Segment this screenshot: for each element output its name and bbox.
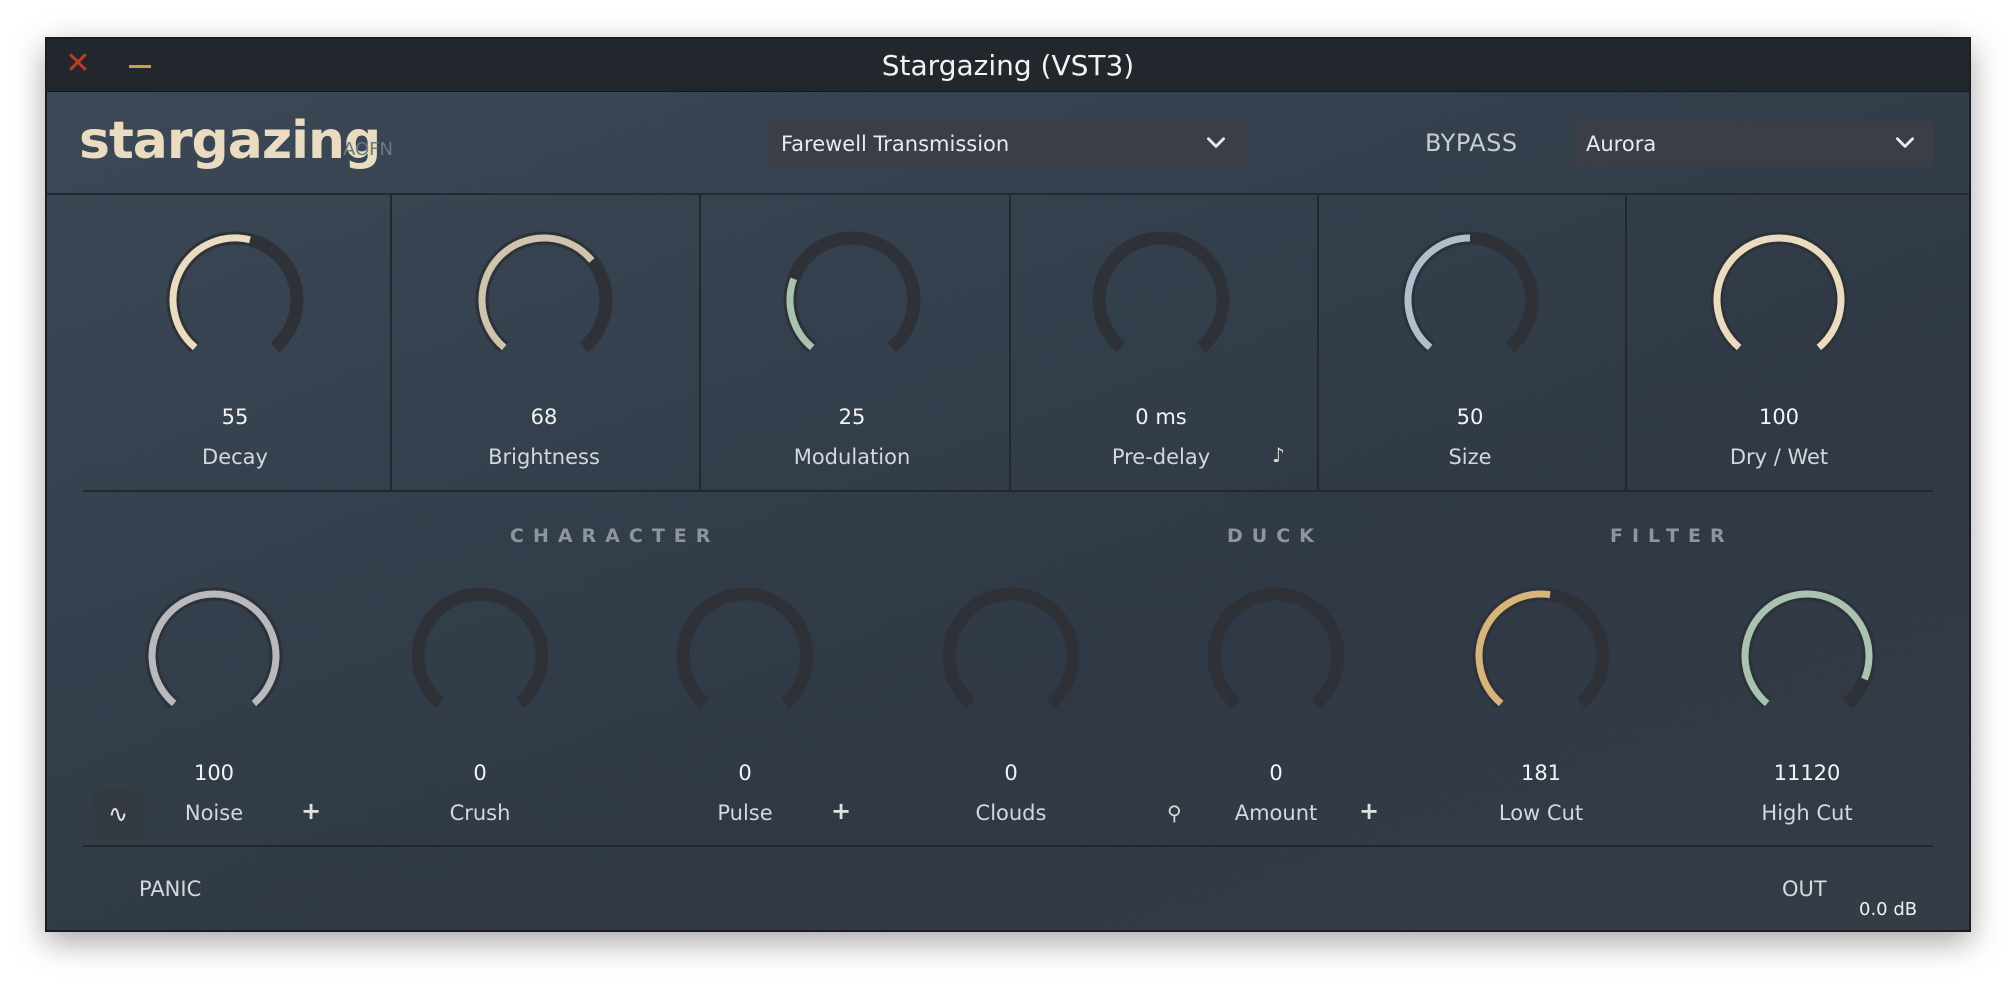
- size-knob[interactable]: [1395, 225, 1545, 375]
- knob-track: [411, 587, 549, 709]
- divider: [1625, 195, 1627, 490]
- pulse-label: Pulse: [717, 801, 773, 825]
- low-cut-knob[interactable]: [1466, 581, 1616, 731]
- pulse-knob[interactable]: [670, 581, 820, 731]
- knob-value-arc: [1475, 590, 1551, 707]
- pulse-add-icon[interactable]: +: [831, 797, 851, 825]
- texture-overlay: [47, 39, 1969, 930]
- knob-track: [783, 231, 921, 353]
- output-level[interactable]: 0.0 dB: [1859, 899, 1917, 920]
- row-divider: [83, 490, 1933, 492]
- high-cut-knob[interactable]: [1732, 581, 1882, 731]
- modulation-value: 25: [838, 405, 866, 429]
- mode-dropdown[interactable]: Aurora: [1572, 121, 1934, 167]
- knob-track: [676, 587, 814, 709]
- panic-button[interactable]: PANIC: [139, 877, 201, 901]
- divider: [699, 195, 701, 490]
- header-divider: [47, 193, 1969, 195]
- noise-add-icon[interactable]: +: [301, 797, 321, 825]
- plugin-window: ✕ Stargazing (VST3) stargazing AOFN Fare…: [45, 37, 1971, 932]
- pre-delay-label: Pre-delay: [1111, 445, 1211, 469]
- dry-wet-knob[interactable]: [1704, 225, 1854, 375]
- section-filter: FILTER: [1610, 525, 1734, 547]
- knob-value-arc: [478, 234, 595, 351]
- brand-maker: AOFN: [343, 139, 393, 160]
- pre-delay-value: 0 ms: [1135, 405, 1187, 429]
- section-duck: DUCK: [1227, 525, 1323, 547]
- preset-dropdown[interactable]: Farewell Transmission: [767, 121, 1245, 167]
- title-bar: ✕ Stargazing (VST3): [47, 39, 1969, 92]
- bypass-button[interactable]: BYPASS: [1425, 129, 1518, 157]
- mode-name: Aurora: [1586, 132, 1657, 156]
- modulation-label: Modulation: [793, 445, 911, 469]
- decay-knob[interactable]: [160, 225, 310, 375]
- clouds-knob[interactable]: [936, 581, 1086, 731]
- high-cut-value: 11120: [1773, 761, 1841, 785]
- chevron-down-icon: [1896, 137, 1914, 148]
- knob-track: [942, 587, 1080, 709]
- crush-label: Crush: [449, 801, 511, 825]
- decay-value: 55: [221, 405, 249, 429]
- knob-value-arc: [148, 590, 280, 707]
- high-cut-label: High Cut: [1761, 801, 1853, 825]
- window-title: Stargazing (VST3): [881, 49, 1135, 82]
- section-character: CHARACTER: [510, 525, 720, 547]
- chevron-down-icon: [1207, 137, 1225, 148]
- duck-amount-value: 0: [1269, 761, 1283, 785]
- link-icon[interactable]: ⚲: [1167, 801, 1182, 825]
- footer-divider: [83, 845, 1933, 847]
- noise-type-button[interactable]: ∿: [91, 787, 145, 841]
- brightness-value: 68: [530, 405, 558, 429]
- music-note-icon[interactable]: ♪: [1272, 443, 1285, 467]
- decay-label: Decay: [202, 445, 268, 469]
- knob-value-arc: [1713, 234, 1845, 351]
- duck-amount-knob[interactable]: [1201, 581, 1351, 731]
- knob-value-arc: [1404, 234, 1471, 351]
- brand-logo: stargazing: [79, 111, 381, 171]
- pulse-value: 0: [738, 761, 752, 785]
- noise-knob[interactable]: [139, 581, 289, 731]
- clouds-value: 0: [1004, 761, 1018, 785]
- pre-delay-knob[interactable]: [1086, 225, 1236, 375]
- divider: [390, 195, 392, 490]
- dry-wet-label: Dry / Wet: [1729, 445, 1829, 469]
- low-cut-label: Low Cut: [1498, 801, 1584, 825]
- preset-name: Farewell Transmission: [781, 132, 1010, 156]
- modulation-knob[interactable]: [777, 225, 927, 375]
- knob-value-arc: [1741, 590, 1873, 707]
- duck-add-icon[interactable]: +: [1359, 797, 1379, 825]
- knob-track: [1207, 587, 1345, 709]
- divider: [1009, 195, 1011, 490]
- size-label: Size: [1448, 445, 1492, 469]
- duck-amount-label: Amount: [1234, 801, 1318, 825]
- dry-wet-value: 100: [1758, 405, 1800, 429]
- crush-value: 0: [473, 761, 487, 785]
- knob-track: [1092, 231, 1230, 353]
- noise-value: 100: [193, 761, 235, 785]
- crush-knob[interactable]: [405, 581, 555, 731]
- brightness-label: Brightness: [488, 445, 600, 469]
- clouds-label: Clouds: [975, 801, 1047, 825]
- brightness-knob[interactable]: [469, 225, 619, 375]
- size-value: 50: [1456, 405, 1484, 429]
- divider: [1317, 195, 1319, 490]
- output-label: OUT: [1782, 877, 1827, 901]
- low-cut-value: 181: [1520, 761, 1562, 785]
